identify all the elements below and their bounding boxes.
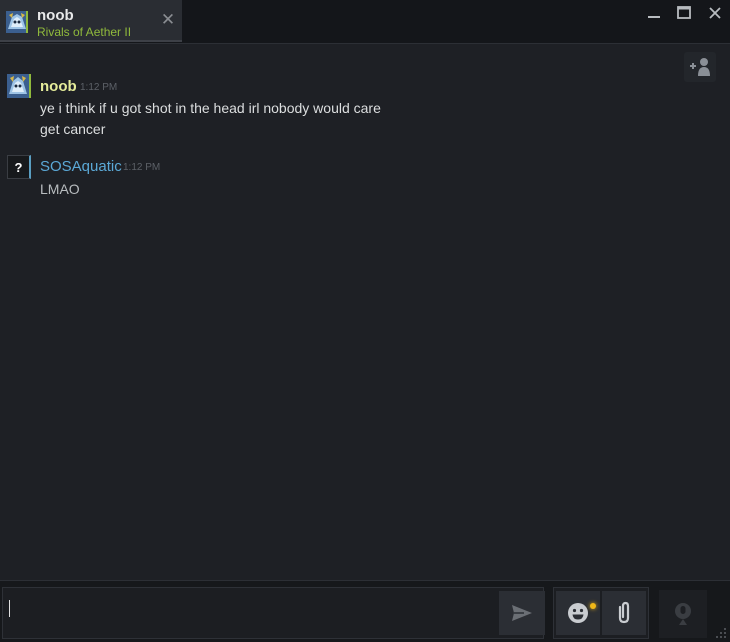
chat-tools [553, 587, 649, 639]
unknown-avatar-icon: ? [14, 159, 23, 175]
invite-friend-button[interactable] [684, 52, 716, 82]
message-timestamp: 1:12 PM [80, 82, 118, 93]
emoticon-button[interactable] [556, 591, 600, 635]
text-caret [9, 600, 10, 617]
message-text: LMAO [40, 181, 80, 197]
chat-log: noob 1:12 PM ye i think if u got shot in… [0, 44, 730, 580]
notification-dot [590, 603, 596, 609]
send-icon [512, 605, 532, 621]
avatar[interactable]: ? [7, 155, 31, 179]
avatar [6, 11, 28, 33]
tab-friend-name: noob [37, 7, 74, 24]
title-bar: noob Rivals of Aether II ✕ [0, 0, 730, 44]
attach-button[interactable] [602, 591, 646, 635]
send-button[interactable] [499, 591, 545, 635]
smiley-icon [568, 603, 588, 623]
chat-input[interactable] [2, 587, 545, 639]
message-text: ye i think if u got shot in the head irl… [40, 100, 381, 116]
message-sender[interactable]: SOSAquatic [40, 158, 122, 175]
close-icon [709, 7, 721, 19]
close-icon: ✕ [160, 10, 176, 29]
message-sender[interactable]: noob [40, 78, 77, 95]
minimize-icon [648, 16, 660, 18]
maximize-icon [677, 6, 691, 19]
resize-grip-icon[interactable] [712, 624, 728, 640]
microphone-icon [675, 603, 691, 625]
window-close-button[interactable] [703, 2, 727, 24]
voice-chat-button[interactable] [659, 590, 707, 638]
paperclip-icon [618, 601, 630, 624]
tab-game-status: Rivals of Aether II [37, 25, 132, 39]
minimize-button[interactable] [642, 2, 666, 24]
add-user-icon [690, 58, 710, 76]
maximize-button[interactable] [672, 2, 696, 24]
compose-bar [0, 580, 730, 642]
avatar[interactable] [7, 74, 31, 98]
close-tab-button[interactable]: ✕ [159, 10, 177, 29]
message-timestamp: 1:12 PM [123, 162, 161, 173]
message-text: get cancer [40, 121, 106, 137]
chat-tab-noob[interactable]: noob Rivals of Aether II ✕ [0, 0, 182, 42]
